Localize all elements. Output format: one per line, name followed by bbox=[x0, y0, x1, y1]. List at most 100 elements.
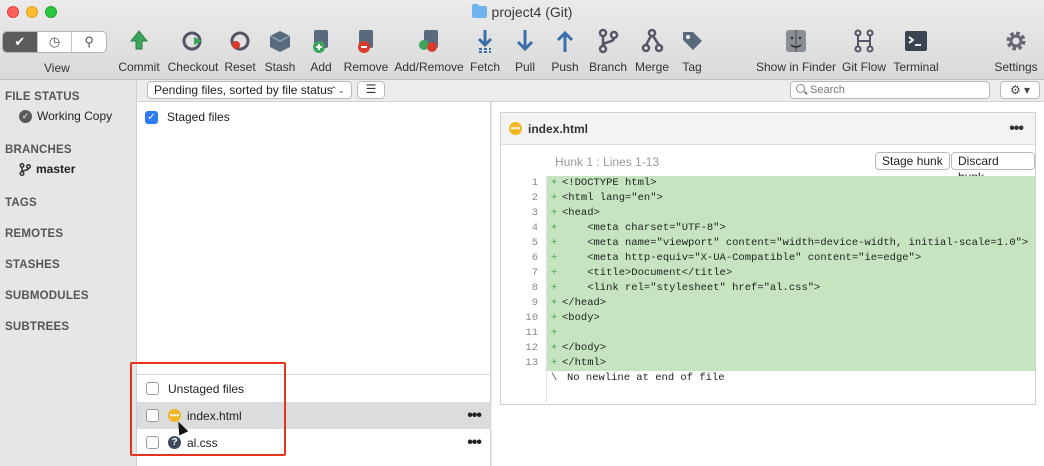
diff-line-added[interactable]: 7 + <title>Document</title> bbox=[501, 266, 1035, 281]
sidebar-item-master[interactable]: master bbox=[19, 162, 75, 176]
diff-line-added[interactable]: 13 + </html> bbox=[501, 356, 1035, 371]
toolbar-button-label: Show in Finder bbox=[755, 60, 837, 74]
git-flow-icon bbox=[850, 26, 878, 56]
toolbar-add-button[interactable]: Add bbox=[301, 26, 341, 74]
added-marker: + bbox=[551, 237, 558, 249]
search-view-icon[interactable]: ⚲ bbox=[72, 32, 106, 52]
diff-file-name: index.html bbox=[528, 121, 589, 136]
diff-line-added[interactable]: 8 + <link rel="stylesheet" href="al.css"> bbox=[501, 281, 1035, 296]
diff-file-header: ••• index.html ••• bbox=[501, 113, 1035, 145]
sidebar-heading-tags[interactable]: TAGS bbox=[5, 197, 37, 209]
folder-icon bbox=[471, 4, 487, 18]
added-marker: + bbox=[551, 312, 558, 324]
diff-line-bg bbox=[547, 341, 1035, 356]
diff-line-added[interactable]: 6 + <meta http-equiv="X-UA-Compatible" co… bbox=[501, 251, 1035, 266]
added-marker: + bbox=[551, 177, 558, 189]
toolbar-git-flow-button[interactable]: Git Flow bbox=[834, 26, 894, 74]
toolbar-button-label: Push bbox=[551, 60, 579, 74]
added-marker: + bbox=[551, 297, 558, 309]
sidebar-heading-submodules[interactable]: SUBMODULES bbox=[5, 290, 89, 302]
toolbar-commit-button[interactable]: Commit bbox=[116, 26, 162, 74]
file-actions-button[interactable]: ••• bbox=[467, 407, 482, 425]
toolbar-merge-button[interactable]: Merge bbox=[632, 26, 672, 74]
sidebar-heading-file-status[interactable]: FILE STATUS bbox=[5, 91, 80, 103]
added-marker: + bbox=[551, 282, 558, 294]
staged-select-all-checkbox[interactable]: ✓ bbox=[145, 110, 158, 124]
list-icon: ☰ bbox=[365, 82, 377, 96]
diff-line-added[interactable]: 2 + <html lang="en"> bbox=[501, 191, 1035, 206]
toolbar-checkout-button[interactable]: Checkout bbox=[163, 26, 223, 74]
diff-line-text: <meta name="viewport" content="width=dev… bbox=[562, 237, 1029, 249]
file-actions-button[interactable]: ••• bbox=[467, 434, 482, 452]
gear-icon: ⚙ ▾ bbox=[1009, 83, 1031, 97]
sort-dropdown[interactable]: Pending files, sorted by file status ⌃⌄ bbox=[147, 81, 352, 99]
staged-files-header[interactable]: ✓ Staged files bbox=[145, 110, 230, 124]
diff-line-added[interactable]: 12 + </body> bbox=[501, 341, 1035, 356]
sidebar-heading-subtrees[interactable]: SUBTREES bbox=[5, 321, 69, 333]
line-number: 2 bbox=[501, 191, 547, 206]
sidebar-item-working-copy[interactable]: ✓ Working Copy bbox=[19, 109, 112, 123]
diff-line-added[interactable]: 11 + bbox=[501, 326, 1035, 341]
toolbar-button-label: Merge bbox=[634, 60, 669, 74]
toolbar-reset-button[interactable]: Reset bbox=[220, 26, 260, 74]
toolbar-button-label: Fetch bbox=[469, 60, 500, 74]
hunk-header: Hunk 1 : Lines 1-13 Stage hunk Discard h… bbox=[501, 146, 1035, 184]
toolbar-button-label: Branch bbox=[588, 60, 628, 74]
no-newline-notice: \ No newline at end of file bbox=[501, 371, 1035, 386]
diff-gutter bbox=[501, 386, 547, 402]
toolbar-pull-button[interactable]: Pull bbox=[505, 26, 545, 74]
diff-line-added[interactable]: 3 + <head> bbox=[501, 206, 1035, 221]
diff-line-text: <!DOCTYPE html> bbox=[562, 177, 657, 189]
search-input[interactable] bbox=[790, 81, 990, 99]
toolbar-terminal-button[interactable]: Terminal bbox=[886, 26, 946, 74]
toolbar-stash-button[interactable]: Stash bbox=[260, 26, 300, 74]
sidebar-heading-branches[interactable]: BRANCHES bbox=[5, 144, 72, 156]
toolbar-settings-button[interactable]: Settings bbox=[986, 26, 1044, 74]
diff-actions-button[interactable]: ••• bbox=[1009, 120, 1024, 138]
line-number: 7 bbox=[501, 266, 547, 281]
diff-line-text: </body> bbox=[562, 342, 607, 354]
diff-line-added[interactable]: 4 + <meta charset="UTF-8"> bbox=[501, 221, 1035, 236]
sidebar-heading-stashes[interactable]: STASHES bbox=[5, 259, 60, 271]
toolbar-button-label: Settings bbox=[994, 60, 1038, 74]
diff-line-added[interactable]: 5 + <meta name="viewport" content="width=… bbox=[501, 236, 1035, 251]
diff-line-added[interactable]: 1 + <!DOCTYPE html> bbox=[501, 176, 1035, 191]
fetch-icon bbox=[471, 26, 499, 56]
add-remove-icon bbox=[415, 26, 443, 56]
sort-dropdown-label: Pending files, sorted by file status bbox=[154, 83, 333, 97]
toolbar-remove-button[interactable]: Remove bbox=[343, 26, 389, 74]
search-icon bbox=[796, 84, 805, 93]
history-view-icon[interactable]: ◷ bbox=[38, 32, 73, 52]
settings-menu-button[interactable]: ⚙ ▾ bbox=[1000, 81, 1040, 99]
sidebar-heading-remotes[interactable]: REMOTES bbox=[5, 228, 63, 240]
toolbar-add-remove-button[interactable]: Add/Remove bbox=[392, 26, 466, 74]
diff-line-added[interactable]: 9 + </head> bbox=[501, 296, 1035, 311]
diff-view: ••• index.html ••• Hunk 1 : Lines 1-13 S… bbox=[500, 112, 1036, 405]
toolbar-tag-button[interactable]: Tag bbox=[672, 26, 712, 74]
modified-status-icon: ••• bbox=[509, 122, 522, 135]
toolbar-button-label: Pull bbox=[514, 60, 535, 74]
line-number: 11 bbox=[501, 326, 547, 341]
line-number: 12 bbox=[501, 341, 547, 356]
line-number: 1 bbox=[501, 176, 547, 191]
diff-line-added[interactable]: 10 + <body> bbox=[501, 311, 1035, 326]
toolbar-push-button[interactable]: Push bbox=[545, 26, 585, 74]
no-newline-marker: \ bbox=[551, 372, 558, 384]
window-title: project4 (Git) bbox=[0, 4, 1044, 20]
line-number: 8 bbox=[501, 281, 547, 296]
toolbar-branch-button[interactable]: Branch bbox=[585, 26, 631, 74]
view-label: View bbox=[44, 61, 70, 75]
discard-hunk-button[interactable]: Discard hunk bbox=[951, 152, 1035, 184]
view-segmented-control[interactable]: ✔ ◷ ⚲ bbox=[2, 31, 107, 53]
diff-line-text: <meta http-equiv="X-UA-Compatible" conte… bbox=[562, 252, 922, 264]
commit-icon bbox=[125, 26, 153, 56]
diff-line-text: <html lang="en"> bbox=[562, 192, 663, 204]
toolbar-fetch-button[interactable]: Fetch bbox=[465, 26, 505, 74]
toolbar-button-label: Reset bbox=[224, 60, 256, 74]
list-view-button[interactable]: ☰ bbox=[357, 81, 385, 99]
file-status-view-icon[interactable]: ✔ bbox=[3, 32, 38, 52]
toolbar-button-label: Tag bbox=[682, 60, 702, 74]
toolbar-show-in-finder-button[interactable]: Show in Finder bbox=[745, 26, 847, 74]
branch-icon bbox=[594, 26, 622, 56]
stage-hunk-button[interactable]: Stage hunk bbox=[875, 152, 950, 170]
